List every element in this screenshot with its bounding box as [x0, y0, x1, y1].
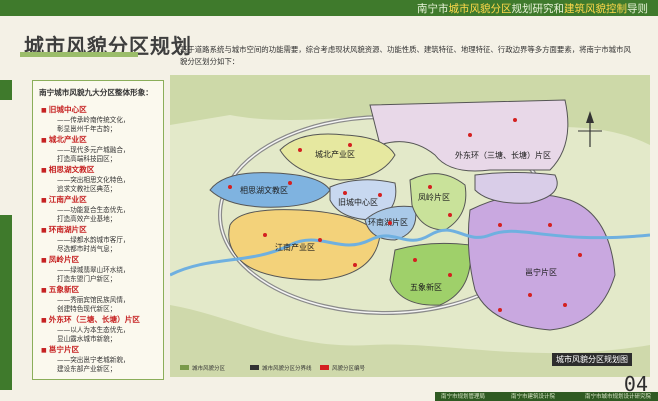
- title-highlight: 城市风貌分区: [448, 3, 512, 15]
- zone-description: ——功能复合生态优先，: [57, 206, 130, 214]
- legend-label: 城市风貌分区分界线: [262, 364, 312, 372]
- zone-description: 显山露水城市新貌；: [57, 334, 117, 343]
- zone-description: 建设东部产业新区；: [57, 364, 117, 373]
- zone-list-item: 环南湖片区——绿都水韵城市客厅，尽选都市时尚气息；: [41, 225, 161, 253]
- zone-name: 江南产业区: [41, 195, 161, 206]
- zone-list-item: 旧城中心区——传承岭南传统文化，彰显邕州千年古韵；: [41, 105, 161, 133]
- title-highlight: 建筑风貌控制: [564, 3, 627, 15]
- left-accent-bar: [0, 80, 12, 100]
- zone-label-jiangnan: 江南产业区: [275, 242, 315, 252]
- title-text: 南宁市: [417, 3, 449, 15]
- zone-label-jiucheng: 旧城中心区: [338, 197, 378, 207]
- left-accent-bar-lower: [0, 215, 12, 390]
- zone-description: 追求文教社区典范；: [57, 184, 117, 193]
- legend-swatch: [250, 365, 259, 370]
- zone-marker: [348, 143, 352, 147]
- legend-swatch: [180, 365, 189, 370]
- zone-marker: [343, 191, 347, 195]
- zone-name: 外东环（三塘、长塘）片区: [41, 315, 161, 326]
- zone-list: 旧城中心区——传承岭南传统文化，彰显邕州千年古韵；城北产业区——现代多元产城融合…: [41, 105, 161, 375]
- zone-name: 城北产业区: [41, 135, 161, 146]
- zone-marker: [498, 308, 502, 312]
- top-banner: 南宁市城市风貌分区规划研究和建筑风貌控制导则: [0, 0, 658, 16]
- zone-description: 创建特色现代新区；: [57, 304, 117, 313]
- zone-marker: [548, 223, 552, 227]
- zone-description: ——传承岭南传统文化，: [57, 116, 130, 124]
- map-name-label: 城市风貌分区规划图: [552, 353, 632, 366]
- zone-marker: [228, 185, 232, 189]
- zone-list-item: 外东环（三塘、长塘）片区——以人为本生态优先，显山露水城市新貌；: [41, 315, 161, 343]
- map-legend: 城市风貌分区 城市风貌分区分界线 风貌分区编号: [180, 364, 366, 372]
- zone-marker: [563, 303, 567, 307]
- zone-marker: [468, 133, 472, 137]
- zone-marker: [513, 118, 517, 122]
- zoning-map: 城北产业区相思湖文教区旧城中心区环南湖片区 凤岭片区江南产业区五象新区 外东环（三塘…: [170, 75, 650, 377]
- zone-description: ——以人为本生态优先，: [57, 326, 130, 334]
- panel-heading: 南宁城市风貌九大分区整体形象：: [39, 88, 153, 97]
- zone-marker: [578, 253, 582, 257]
- zone-marker: [498, 223, 502, 227]
- zone-marker: [263, 233, 267, 237]
- zone-marker: [388, 221, 392, 225]
- legend-label: 风貌分区编号: [332, 364, 366, 372]
- zone-description: ——突出相思文化特色，: [57, 176, 130, 184]
- zone-description: ——绿城翡翠山环水绕，: [57, 266, 130, 274]
- zone-description: 打造高端科技园区；: [57, 154, 117, 163]
- zone-label-yongning: 邕宁片区: [525, 267, 557, 277]
- zone-marker: [413, 258, 417, 262]
- zone-marker: [428, 185, 432, 189]
- zone-overview-panel: 南宁城市风貌九大分区整体形象： 旧城中心区——传承岭南传统文化，彰显邕州千年古韵…: [32, 80, 164, 380]
- zone-name: 环南湖片区: [41, 225, 161, 236]
- zone-name: 旧城中心区: [41, 105, 161, 116]
- zone-list-item: 城北产业区——现代多元产城融合，打造高端科技园区；: [41, 135, 161, 163]
- zone-description: 打造东盟门户新区；: [57, 274, 117, 283]
- zone-name: 邕宁片区: [41, 345, 161, 356]
- report-title: 南宁市城市风貌分区规划研究和建筑风貌控制导则: [417, 1, 648, 16]
- zone-description: ——绿都水韵城市客厅，: [57, 236, 130, 244]
- zone-marker: [288, 181, 292, 185]
- zone-label-wuxiang: 五象新区: [410, 282, 442, 292]
- zone-list-item: 邕宁片区——突出邕宁老城新貌，建设东部产业新区；: [41, 345, 161, 373]
- title-underline: [20, 52, 138, 57]
- zone-label-waidonghuan: 外东环（三塘、长塘）片区: [455, 150, 551, 160]
- zone-marker: [353, 263, 357, 267]
- zone-marker: [448, 213, 452, 217]
- title-text: 导则: [627, 3, 648, 15]
- zone-name: 相思湖文教区: [41, 165, 161, 176]
- zone-label-chengbei: 城北产业区: [315, 149, 355, 159]
- legend-label: 城市风貌分区: [192, 364, 226, 372]
- zone-list-item: 相思湖文教区——突出相思文化特色，追求文教社区典范；: [41, 165, 161, 193]
- zone-marker: [318, 238, 322, 242]
- footer-organization: 南宁市规划管理局: [441, 394, 486, 400]
- zone-description: ——突出邕宁老城新貌，: [57, 356, 130, 364]
- legend-swatch: [320, 365, 329, 370]
- zone-label-huannanhu: 环南湖片区: [368, 217, 408, 227]
- zone-list-item: 凤岭片区——绿城翡翠山环水绕，打造东盟门户新区；: [41, 255, 161, 283]
- zone-name: 凤岭片区: [41, 255, 161, 266]
- zone-description: ——秀丽宾馆民族风情，: [57, 296, 130, 304]
- zone-name: 五象新区: [41, 285, 161, 296]
- zone-description: ——现代多元产城融合，: [57, 146, 130, 154]
- zone-label-xiangsihu: 相思湖文教区: [240, 185, 288, 195]
- intro-paragraph: 基于道路系统与城市空间的功能需要，综合考虑现状风貌资源、功能性质、建筑特征、地理…: [180, 45, 631, 66]
- zone-description: 彰显邕州千年古韵；: [57, 124, 117, 133]
- footer-organization: 南宁市城市规划设计研究院: [585, 394, 652, 400]
- zone-list-item: 五象新区——秀丽宾馆民族风情，创建特色现代新区；: [41, 285, 161, 313]
- title-text: 规划研究和: [511, 3, 565, 15]
- zone-description: 尽选都市时尚气息；: [57, 244, 117, 253]
- zone-marker: [448, 273, 452, 277]
- zone-marker: [298, 148, 302, 152]
- zone-marker: [378, 193, 382, 197]
- footer-organization: 南宁市建筑设计院: [511, 394, 556, 400]
- footer-bar: 南宁市规划管理局 南宁市建筑设计院 南宁市城市规划设计研究院: [435, 392, 658, 401]
- zone-description: 打造高效产业基地；: [57, 214, 117, 223]
- zone-marker: [528, 293, 532, 297]
- zone-yongning: [467, 193, 616, 331]
- zone-label-fengling: 凤岭片区: [418, 192, 450, 202]
- zone-list-item: 江南产业区——功能复合生态优先，打造高效产业基地；: [41, 195, 161, 223]
- zoning-map-canvas: 城北产业区相思湖文教区旧城中心区环南湖片区 凤岭片区江南产业区五象新区 外东环（三塘…: [170, 75, 650, 377]
